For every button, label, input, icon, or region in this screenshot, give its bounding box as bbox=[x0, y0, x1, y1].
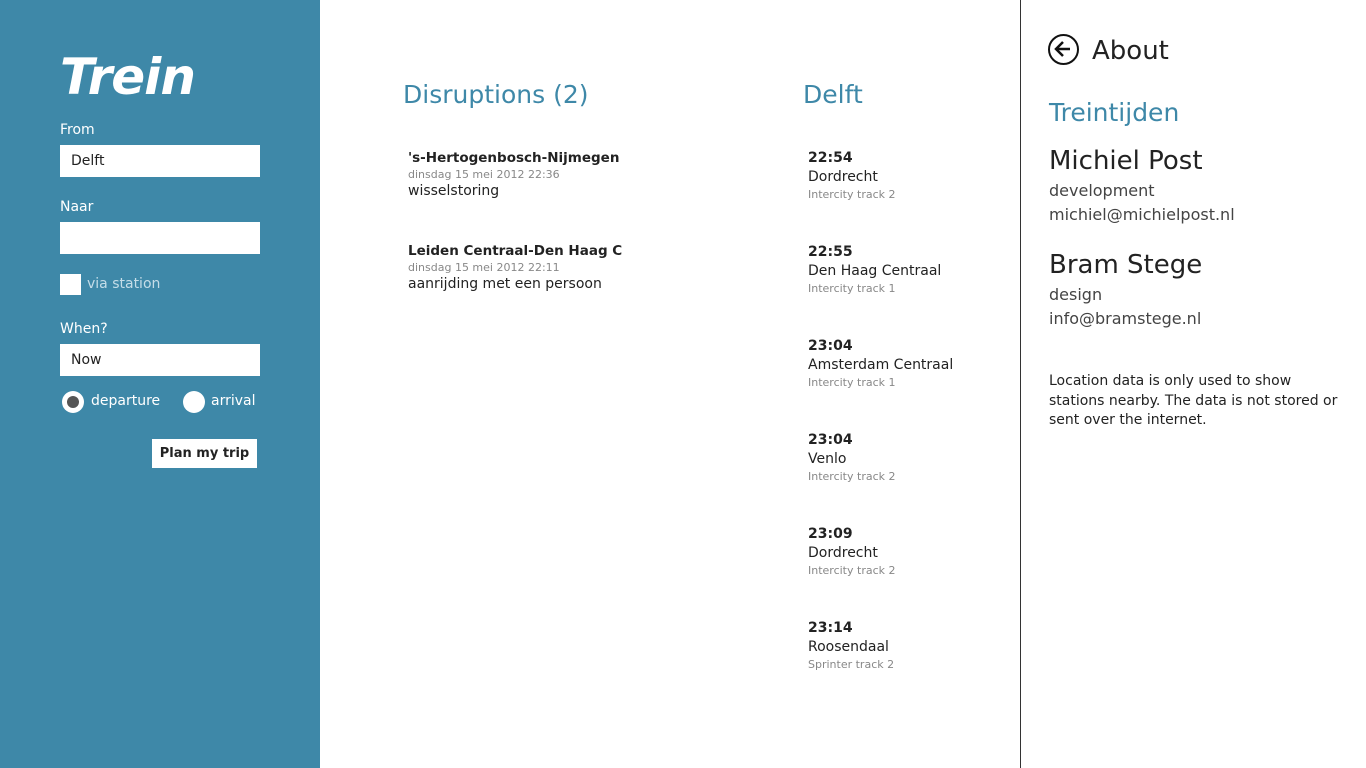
from-input[interactable] bbox=[60, 145, 260, 177]
departure-time: 23:14 bbox=[808, 620, 853, 636]
departure-destination: Dordrecht bbox=[808, 169, 878, 185]
departure-time: 22:55 bbox=[808, 244, 853, 260]
departure-radio[interactable] bbox=[62, 391, 84, 413]
departure-destination: Roosendaal bbox=[808, 639, 889, 655]
via-station-label: via station bbox=[87, 276, 161, 292]
plan-trip-button[interactable]: Plan my trip bbox=[152, 439, 257, 468]
departure-time: 22:54 bbox=[808, 150, 853, 166]
arrival-radio-label: arrival bbox=[211, 393, 256, 409]
disruption-reason: wisselstoring bbox=[408, 183, 500, 199]
departure-item[interactable]: 22:54 Dordrecht Intercity track 2 bbox=[808, 150, 1008, 201]
privacy-note: Location data is only used to show stati… bbox=[1049, 373, 1338, 428]
to-input[interactable] bbox=[60, 222, 260, 254]
person-name: Michiel Post bbox=[1049, 146, 1203, 176]
departure-item[interactable]: 23:04 Venlo Intercity track 2 bbox=[808, 432, 1008, 483]
departure-destination: Dordrecht bbox=[808, 545, 878, 561]
disruptions-title: Disruptions (2) bbox=[403, 80, 589, 109]
back-arrow-circle-icon[interactable] bbox=[1048, 34, 1079, 65]
disruption-date: dinsdag 15 mei 2012 22:11 bbox=[408, 261, 560, 274]
departure-time: 23:09 bbox=[808, 526, 853, 542]
departure-item[interactable]: 22:55 Den Haag Centraal Intercity track … bbox=[808, 244, 1008, 295]
departure-destination: Den Haag Centraal bbox=[808, 263, 942, 279]
trip-planner-sidebar: Trein From Naar via station When? depart… bbox=[0, 0, 320, 768]
person-email-link[interactable]: info@bramstege.nl bbox=[1049, 309, 1201, 328]
disruption-reason: aanrijding met een persoon bbox=[408, 276, 602, 292]
disruption-item[interactable]: Leiden Centraal-Den Haag C dinsdag 15 me… bbox=[408, 243, 738, 292]
person-email-link[interactable]: michiel@michielpost.nl bbox=[1049, 205, 1235, 224]
departures-station-title: Delft bbox=[803, 80, 863, 109]
when-label: When? bbox=[60, 321, 108, 337]
disruption-route: Leiden Centraal-Den Haag C bbox=[408, 243, 623, 259]
disruption-date: dinsdag 15 mei 2012 22:36 bbox=[408, 168, 560, 181]
arrival-radio[interactable] bbox=[183, 391, 205, 413]
departure-time: 23:04 bbox=[808, 432, 853, 448]
departure-track: Intercity track 2 bbox=[808, 470, 896, 483]
person-role: design bbox=[1049, 285, 1103, 304]
departure-item[interactable]: 23:04 Amsterdam Centraal Intercity track… bbox=[808, 338, 1008, 389]
person-role: development bbox=[1049, 181, 1155, 200]
to-label: Naar bbox=[60, 199, 94, 215]
departure-radio-label: departure bbox=[91, 393, 161, 409]
person-name: Bram Stege bbox=[1049, 250, 1203, 280]
departure-track: Intercity track 2 bbox=[808, 564, 896, 577]
departure-destination: Amsterdam Centraal bbox=[808, 357, 954, 373]
about-title: About bbox=[1092, 36, 1169, 66]
via-station-checkbox[interactable] bbox=[60, 274, 81, 295]
departure-track: Intercity track 1 bbox=[808, 376, 896, 389]
departure-track: Intercity track 1 bbox=[808, 282, 896, 295]
when-input[interactable] bbox=[60, 344, 260, 376]
departure-track: Sprinter track 2 bbox=[808, 658, 895, 671]
departure-item[interactable]: 23:14 Roosendaal Sprinter track 2 bbox=[808, 620, 1008, 671]
app-title: Trein bbox=[60, 48, 196, 106]
departure-item[interactable]: 23:09 Dordrecht Intercity track 2 bbox=[808, 526, 1008, 577]
departure-time: 23:04 bbox=[808, 338, 853, 354]
departure-destination: Venlo bbox=[808, 451, 847, 467]
disruption-route: 's-Hertogenbosch-Nijmegen bbox=[408, 150, 620, 166]
departure-track: Intercity track 2 bbox=[808, 188, 896, 201]
disruption-item[interactable]: 's-Hertogenbosch-Nijmegen dinsdag 15 mei… bbox=[408, 150, 738, 199]
from-label: From bbox=[60, 122, 95, 138]
about-app-name: Treintijden bbox=[1049, 98, 1180, 127]
about-flyout: About Treintijden Michiel Post developme… bbox=[1020, 0, 1366, 768]
